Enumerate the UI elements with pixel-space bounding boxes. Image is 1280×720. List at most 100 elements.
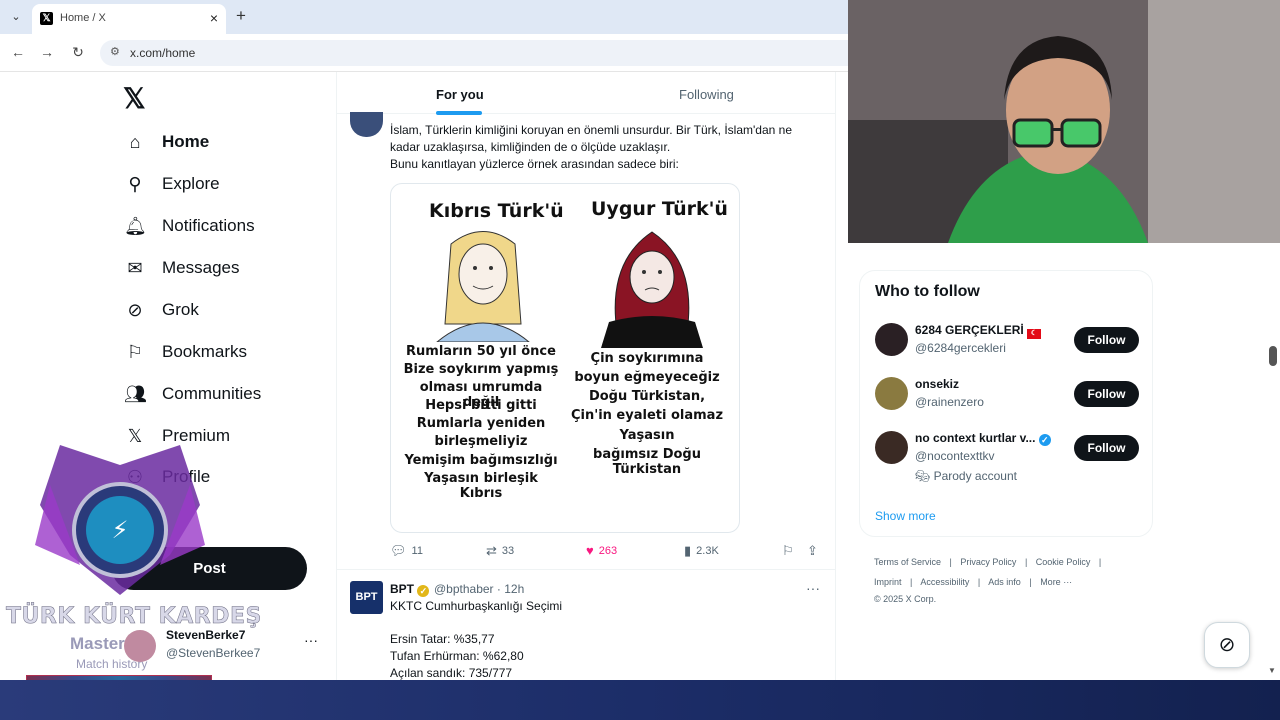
address-bar-row: ← → ↻ ⚙ x.com/home — [0, 34, 848, 72]
nav-bookmarks-label: Bookmarks — [162, 342, 248, 361]
meme-left-line: birleşmeliyiz — [434, 434, 528, 449]
footer-separator: | — [910, 577, 913, 587]
parody-label: 🎭︎ Parody account — [915, 469, 1017, 483]
meme-right-heading: Uygur Türk'ü — [591, 198, 728, 220]
url-text: x.com/home — [130, 46, 196, 60]
meme-left-line: Rumların 50 yıl önce — [406, 344, 556, 359]
footer-link-more[interactable]: More ··· — [1040, 577, 1072, 587]
avatar — [875, 377, 908, 410]
tab-following[interactable]: Following — [679, 87, 734, 102]
repost-count: 33 — [501, 545, 515, 557]
nav-communities-label: Communities — [162, 384, 262, 403]
wojak-blonde-illustration — [436, 231, 530, 342]
taskbar — [0, 680, 1280, 720]
verified-badge-icon: ✓ — [1038, 434, 1051, 446]
views-button[interactable]: ▮ 2.3K — [684, 543, 719, 559]
tweet-text-line: Ersin Tatar: %35,77 — [390, 632, 495, 646]
tweet-divider — [337, 569, 835, 570]
site-info-icon[interactable]: ⚙ — [110, 45, 120, 58]
footer-link-privacy[interactable]: Privacy Policy — [960, 557, 1016, 567]
nav-communities[interactable]: 👥︎ Communities — [124, 379, 261, 409]
more-icon[interactable]: ··· — [806, 580, 820, 596]
avatar — [875, 323, 908, 356]
webcam-feed — [848, 0, 1280, 243]
footer-separator: | — [949, 557, 952, 567]
nav-home-label: Home — [162, 132, 210, 151]
footer-link-imprint[interactable]: Imprint — [874, 577, 902, 587]
follow-button[interactable]: Follow — [1074, 435, 1139, 461]
tweet-avatar[interactable] — [350, 112, 383, 137]
nav-explore[interactable]: ⚲ Explore — [124, 169, 220, 199]
more-icon[interactable]: ··· — [304, 632, 318, 648]
footer-link-accessibility[interactable]: Accessibility — [920, 577, 969, 587]
follow-button[interactable]: Follow — [1074, 327, 1139, 353]
tweet-actions: 💬︎ 11 ⇄ 33 ♥ 263 ▮ 2.3K ⚐ ⇪ — [390, 541, 830, 561]
share-button[interactable]: ⇪ — [807, 543, 823, 559]
bookmark-icon: ⚐ — [126, 342, 144, 362]
nav-messages[interactable]: ✉ Messages — [124, 253, 239, 283]
turkey-flag-icon: ☾ — [1027, 329, 1042, 339]
nav-explore-label: Explore — [162, 174, 220, 193]
browser-tab[interactable]: 𝕏 Home / X × — [32, 4, 226, 34]
tab-for-you[interactable]: For you — [436, 87, 484, 102]
bookmark-button[interactable]: ⚐ — [782, 543, 799, 559]
x-logo-icon[interactable]: 𝕏 — [123, 82, 146, 115]
active-tab-indicator — [436, 111, 482, 115]
tweet-image[interactable]: Kıbrıs Türk'ü Uygur Türk'ü Rumların 50 y… — [390, 183, 740, 533]
nav-grok-label: Grok — [162, 300, 199, 319]
scrollbar-thumb[interactable] — [1269, 346, 1277, 366]
tweet-avatar[interactable]: BPT — [350, 581, 383, 614]
meme-right-line: bağımsız Doğu Türkistan — [593, 447, 701, 477]
reply-button[interactable]: 💬︎ 11 — [390, 543, 423, 559]
people-icon: 👥︎ — [124, 384, 147, 404]
grok-icon: ⊘ — [127, 300, 143, 320]
url-field[interactable]: ⚙ x.com/home — [100, 40, 848, 66]
meme-right-line: Çin soykırımına — [590, 351, 704, 366]
nav-grok[interactable]: ⊘ Grok — [124, 295, 199, 325]
footer-link-cookie[interactable]: Cookie Policy — [1036, 557, 1091, 567]
forward-arrow-icon[interactable]: → — [38, 44, 56, 60]
repost-icon: ⇄ — [486, 543, 497, 558]
tweet-author[interactable]: BPT ✓ — [390, 582, 430, 597]
reload-icon[interactable]: ↻ — [69, 44, 87, 61]
avatar — [124, 630, 156, 662]
like-button[interactable]: ♥ 263 — [586, 543, 617, 558]
account-switcher[interactable]: StevenBerke7 @StevenBerkee7 ··· — [120, 624, 330, 668]
reply-count: 11 — [411, 545, 423, 557]
nav-home[interactable]: ⌂ Home — [124, 127, 210, 157]
nav-bookmarks[interactable]: ⚐ Bookmarks — [124, 337, 247, 367]
tab-list-chevron-icon[interactable]: ⌄ — [6, 8, 26, 26]
tweet-text-line: kadar uzaklaşırsa, kimliğinden de o ölçü… — [390, 140, 671, 154]
back-arrow-icon[interactable]: ← — [9, 44, 27, 60]
heart-icon: ♥ — [586, 543, 594, 558]
nav-notifications[interactable]: 🔔︎ Notifications — [124, 211, 255, 241]
nav-premium-label: Premium — [162, 426, 231, 445]
follow-button[interactable]: Follow — [1074, 381, 1139, 407]
account-name: StevenBerke7 — [166, 628, 246, 642]
show-more-link[interactable]: Show more — [875, 509, 936, 523]
new-tab-button[interactable]: + — [236, 6, 246, 26]
meme-right-line: Çin'in eyaleti olamaz — [570, 408, 724, 423]
scroll-down-arrow-icon[interactable]: ▼ — [1268, 666, 1276, 675]
footer-separator: | — [1098, 557, 1102, 567]
meme-right-line: Doğu Türkistan, — [588, 389, 706, 404]
footer-separator: | — [1029, 577, 1032, 587]
nav-messages-label: Messages — [162, 258, 240, 277]
nav-notifications-label: Notifications — [162, 216, 255, 235]
footer-separator: | — [977, 577, 981, 587]
repost-button[interactable]: ⇄ 33 — [486, 543, 514, 559]
meme-right-line: Yaşasın — [619, 428, 675, 443]
column-divider — [835, 72, 836, 680]
like-count: 263 — [598, 544, 618, 557]
meme-left-line: Rumlarla yeniden — [416, 416, 546, 431]
suggestion-handle: @6284gercekleri — [915, 341, 1006, 355]
who-to-follow-title: Who to follow — [875, 283, 980, 300]
meme-left-line: Yemişim bağımsızlığı — [404, 453, 558, 468]
footer-link-terms[interactable]: Terms of Service — [874, 557, 941, 567]
tab-close-icon[interactable]: × — [210, 10, 218, 26]
reply-icon: 💬︎ — [390, 543, 407, 558]
svg-text:⚡: ⚡ — [112, 516, 129, 544]
footer-link-ads-info[interactable]: Ads info — [988, 577, 1021, 587]
grok-float-button[interactable]: ⊘ — [1204, 622, 1250, 668]
suggestion-handle: @nocontexttkv — [915, 449, 995, 463]
